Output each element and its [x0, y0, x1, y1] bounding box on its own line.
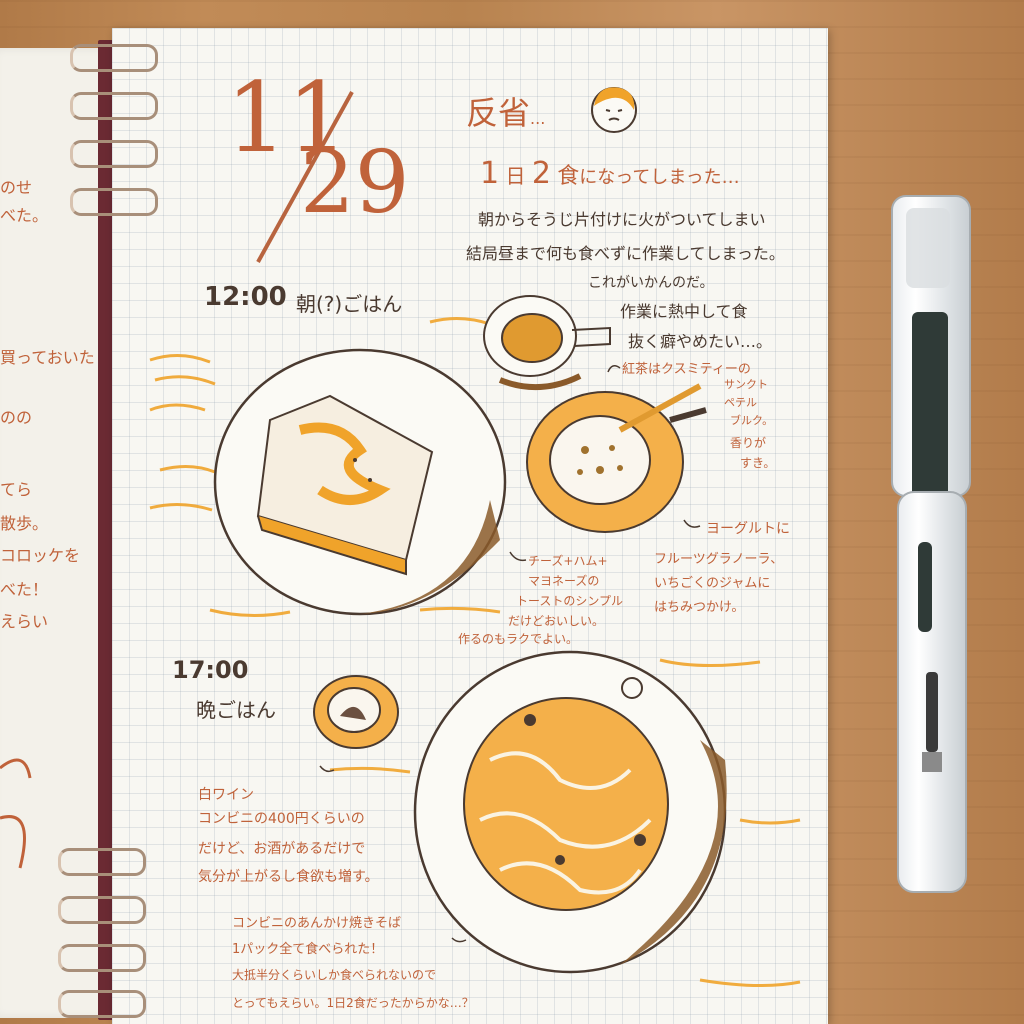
noodle-note-line: コンビニのあんかけ焼きそば — [232, 916, 402, 931]
noodle-plate-icon — [413, 650, 727, 974]
noodle-note-line: 1パック全て食べられた！ — [232, 942, 384, 957]
noodle-note-line: とってもえらい。1日2食だったからかな…？ — [232, 996, 474, 1010]
wine-note-line: 白ワイン — [198, 787, 254, 803]
yogurt-note-line: ヨーグルトに — [706, 521, 790, 537]
wine-note-line: 気分が上がるし食欲も増す。 — [198, 869, 379, 885]
wine-cup-icon — [313, 675, 399, 749]
subtitle-one: 1 — [480, 156, 500, 191]
fountain-pen-icon — [891, 195, 971, 893]
yogurt-bowl-icon — [526, 383, 707, 533]
dinner-title: 晩ごはん — [196, 698, 276, 722]
subtitle: 1 日 2 食になってしまった… — [480, 156, 740, 191]
intro-line: これがいかんのだ。 — [588, 275, 714, 291]
plate-icon — [213, 348, 507, 616]
intro-line: 作業に熱中して食 — [620, 302, 748, 321]
noodle-note-line: 大抵半分くらいしか食べられないので — [232, 968, 437, 982]
wine-note-line: コンビニの400円くらいの — [198, 811, 365, 827]
food-illustrations — [149, 91, 801, 988]
tea-note-line: 紅茶はクスミティーの — [622, 362, 751, 377]
tea-note-line: サンクト — [724, 378, 768, 391]
wine-note-line: だけど、お酒があるだけで — [198, 841, 366, 857]
heading-title-text: 反省 — [466, 94, 531, 132]
subtitle-two-unit: 食 — [557, 164, 580, 189]
breakfast-title: 朝(?)ごはん — [296, 292, 403, 316]
tea-cup-icon — [483, 295, 611, 391]
heading-ellipsis: ... — [530, 109, 546, 128]
yogurt-note-line: いちごくのジャムに — [654, 576, 771, 591]
breakfast-time: 12:00 — [204, 282, 287, 312]
intro-line: 結局昼まで何も食べずに作業してしまった。 — [466, 244, 785, 263]
toast-note-line: トーストのシンプル — [516, 594, 624, 608]
tea-note-line: ブルク。 — [730, 414, 774, 427]
yogurt-note-line: フルーツグラノーラ、 — [654, 552, 784, 567]
toast-note-line: チーズ+ハム+ — [528, 554, 608, 568]
dinner-time: 17:00 — [172, 656, 249, 684]
subtitle-one-unit: 日 — [505, 164, 526, 188]
sad-face-icon — [591, 87, 637, 133]
subtitle-rest: になってしまった… — [579, 167, 740, 188]
tea-note-line: すき。 — [740, 456, 776, 470]
toast-note-line: マヨネーズの — [528, 574, 600, 588]
toast-note-line: 作るのもラクでよい。 — [458, 632, 579, 646]
yogurt-note-line: はちみつかけ。 — [654, 600, 745, 615]
tea-note-line: ペテル — [724, 396, 757, 409]
intro-line: 朝からそうじ片付けに火がついてしまい — [478, 210, 766, 229]
tea-note-line: 香りが — [730, 436, 767, 450]
toast-note-line: だけどおいしい。 — [508, 614, 605, 628]
heading-title: 反省... — [466, 88, 545, 134]
intro-line: 抜く癖やめたい…。 — [628, 332, 773, 351]
subtitle-two: 2 — [531, 156, 551, 191]
date-day: 29 — [300, 133, 410, 233]
